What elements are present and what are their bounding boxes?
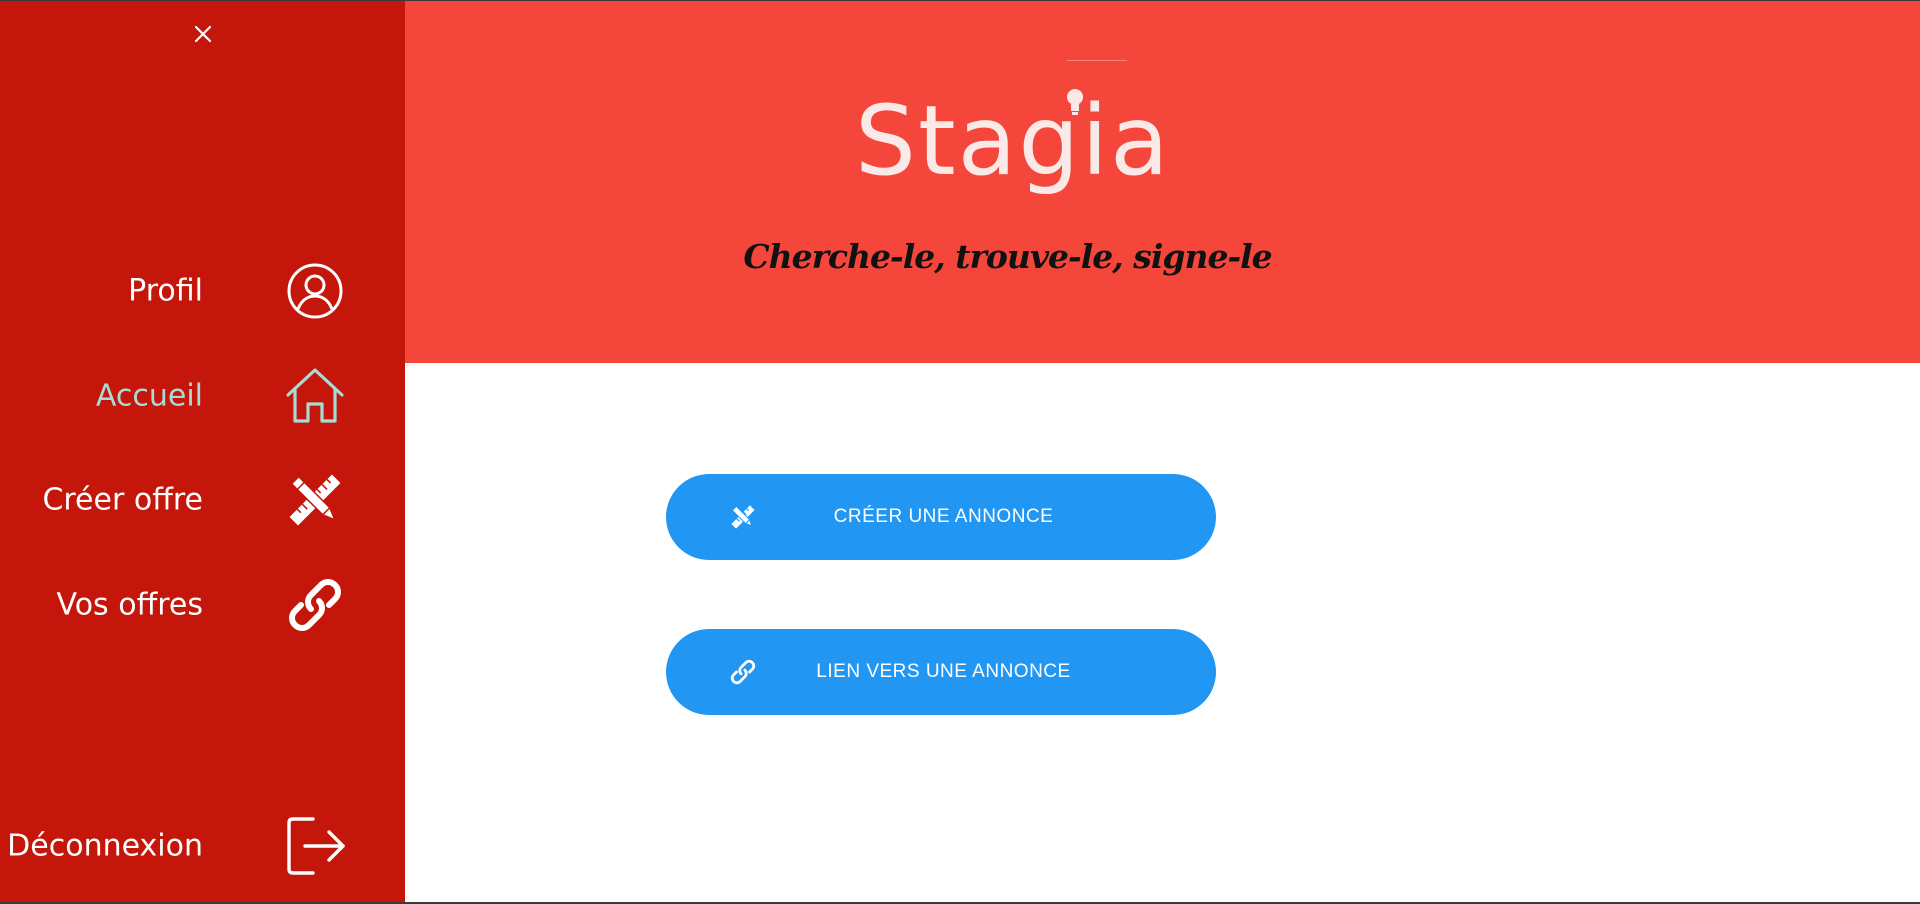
close-icon [194,25,212,43]
sidebar-item-label: Accueil [95,378,203,414]
user-circle-icon [283,259,347,323]
stagia-logo: Stagia [855,73,1185,213]
decorative-divider [1067,60,1127,61]
sidebar-item-profil[interactable]: Profil [0,256,405,326]
close-sidebar-button[interactable] [188,19,218,49]
sidebar-item-accueil[interactable]: Accueil [0,361,405,431]
home-icon [283,364,347,428]
logo-text: Stagia [855,85,1171,197]
sidebar-item-label: Profil [128,273,203,309]
sidebar-item-label: Vos offres [56,587,204,623]
lightbulb-icon [1067,89,1083,115]
listing-link-label: LIEN VERS UNE ANNONCE [816,661,1071,682]
pencil-ruler-icon [283,468,347,532]
listing-link-button[interactable]: LIEN VERS UNE ANNONCE [666,629,1216,715]
create-listing-label: CRÉER UNE ANNONCE [833,506,1054,527]
sidebar-item-vos-offres[interactable]: Vos offres [0,570,405,640]
tagline: Cherche-le, trouve-le, signe-le [743,237,1272,276]
logout-button[interactable]: Déconnexion [0,811,405,881]
sidebar-item-creer-offre[interactable]: Créer offre [0,465,405,535]
header-banner: Stagia Cherche-le, trouve-le, signe-le [405,1,1920,363]
sidebar: Profil Accueil Créer offre Vos offres Dé… [0,1,405,902]
logout-label: Déconnexion [7,828,203,864]
create-listing-button[interactable]: CRÉER UNE ANNONCE [666,474,1216,560]
link-icon [283,573,347,637]
app-window: Profil Accueil Créer offre Vos offres Dé… [0,1,1920,902]
sidebar-item-label: Créer offre [42,482,203,518]
logout-icon [283,814,347,878]
